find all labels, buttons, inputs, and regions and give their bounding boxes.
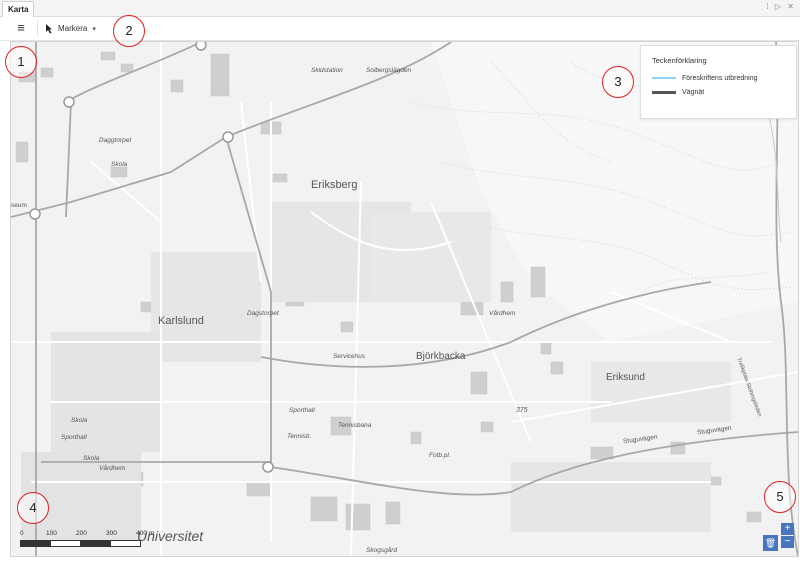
callout-4: 4	[17, 492, 49, 524]
map-base-layer	[11, 42, 798, 556]
map-label-dagstorpet: Dagstorpet	[247, 310, 279, 317]
map-label-fotb: Fotb.pl.	[429, 452, 451, 459]
map-label-eriksberg: Eriksberg	[311, 179, 358, 191]
map-legend: Teckenförklaring Föreskriftens utbrednin…	[640, 45, 797, 119]
map-label-servicehus: Servicehus	[333, 353, 366, 360]
callout-3: 3	[602, 66, 634, 98]
scale-segment-2	[50, 540, 81, 547]
map-label-vardhem-2: Vårdhem	[99, 465, 126, 472]
trash-icon[interactable]: 🗑	[763, 535, 778, 551]
window-titlebar: Karta ⁞ ▷ ✕	[0, 0, 800, 17]
scale-segment-3	[80, 540, 111, 547]
map-label-karlslund: Karlslund	[158, 315, 204, 327]
scale-tick-200: 200	[76, 530, 87, 537]
hamburger-menu-icon[interactable]: ≡	[13, 21, 29, 35]
legend-item-utbredning: Föreskriftens utbredning	[652, 73, 757, 83]
zoom-in-button[interactable]: +	[781, 523, 794, 535]
map-label-daggtorpet: Daggtorpet	[99, 137, 132, 144]
toolbar-separator	[37, 20, 38, 37]
map-label-tennisbana: Tennisbana	[338, 422, 372, 429]
scale-tick-400: 400 m	[136, 530, 155, 537]
map-label-bjorkbacka: Björkbacka	[416, 351, 466, 362]
map-label-solbergslagden: Solbergslägden	[366, 67, 412, 74]
legend-item-label: Vägnät	[682, 88, 705, 96]
tab-karta[interactable]: Karta	[2, 1, 35, 17]
map-label-kyrkogard: Skogsgård	[366, 547, 398, 554]
callout-5: 5	[764, 481, 796, 513]
callout-1: 1	[5, 46, 37, 78]
map-label-skola-2: Skola	[71, 417, 88, 424]
legend-swatch-light-blue	[652, 77, 676, 79]
scale-segment-4	[110, 540, 141, 547]
scale-tick-0: 0	[20, 530, 24, 537]
map-label-skola-1: Skola	[111, 161, 128, 168]
cursor-arrow-icon	[46, 23, 52, 33]
map-label-sporthall-1: Sporthall	[289, 407, 315, 414]
map-label-museum: seum	[11, 202, 27, 209]
scale-segment-1	[20, 540, 51, 547]
map-label-eriksund: Eriksund	[606, 372, 645, 383]
legend-title: Teckenförklaring	[652, 56, 707, 65]
scale-tick-300: 300	[106, 530, 117, 537]
chevron-down-icon: ▾	[92, 25, 96, 33]
map-label-tennis: Tennisb.	[287, 433, 312, 440]
map-label-sporthall-2: Sporthall	[61, 434, 87, 441]
map-scalebar: 0 100 200 300 400 m	[20, 530, 166, 550]
callout-2: 2	[113, 15, 145, 47]
legend-item-vagnat: Vägnät	[652, 87, 704, 97]
zoom-out-button[interactable]: −	[781, 536, 794, 548]
map-label-skidstation: Skidstation	[311, 67, 343, 74]
legend-swatch-dark-gray	[652, 90, 676, 94]
map-label-elevation-375: 375	[516, 407, 528, 414]
map-label-vardhem-1: Vårdhem	[489, 310, 516, 317]
map-label-skola-3: Skola	[83, 455, 100, 462]
scale-tick-100: 100	[46, 530, 57, 537]
window-controls[interactable]: ⁞ ▷ ✕	[766, 2, 796, 11]
select-tool-dropdown[interactable]: Markera ▾	[45, 21, 96, 36]
select-tool-label: Markera	[58, 24, 88, 33]
legend-item-label: Föreskriftens utbredning	[682, 74, 758, 82]
